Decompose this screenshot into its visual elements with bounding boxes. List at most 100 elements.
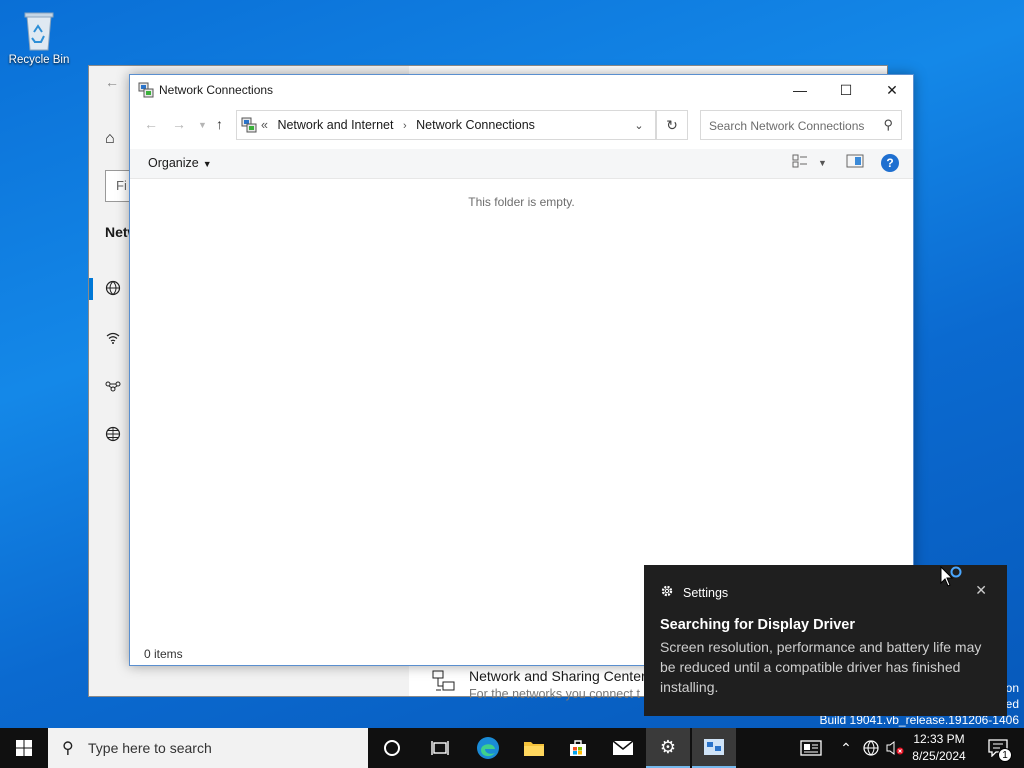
globe-icon[interactable] — [105, 426, 121, 445]
cortana-button[interactable] — [370, 728, 414, 768]
title-bar[interactable]: Network Connections — ☐ ✕ — [130, 75, 913, 105]
organize-button[interactable]: Organize ▼ — [148, 156, 212, 170]
minimize-icon: — — [793, 82, 807, 98]
breadcrumb-network-connections[interactable]: Network Connections — [416, 118, 535, 132]
edge-button[interactable] — [466, 728, 510, 768]
cortana-circle-icon — [384, 740, 400, 756]
breadcrumb: « Network and Internet › Network Connect… — [261, 118, 535, 132]
gear-icon — [660, 584, 674, 601]
recent-locations-button[interactable]: ▼ — [198, 120, 207, 130]
preview-pane-icon — [846, 154, 864, 168]
chevron-down-icon: ▼ — [202, 159, 212, 169]
view-details-icon — [792, 154, 807, 168]
store-bag-icon — [570, 740, 586, 756]
maximize-button[interactable]: ☐ — [823, 75, 869, 105]
forward-arrow-icon: → — [172, 116, 186, 132]
mail-button[interactable] — [601, 728, 645, 768]
close-icon: ✕ — [886, 81, 898, 98]
close-button[interactable]: ✕ — [869, 75, 915, 105]
chevron-down-icon: ⌄ — [634, 119, 644, 132]
preview-pane-button[interactable] — [846, 154, 864, 171]
address-dropdown-button[interactable]: ⌄ — [623, 111, 655, 139]
chevron-up-icon: ⌃ — [840, 739, 852, 756]
start-button[interactable] — [0, 728, 48, 768]
network-sharing-center-title: Network and Sharing Center — [469, 668, 646, 684]
network-nodes-icon[interactable] — [105, 378, 121, 397]
close-icon: ✕ — [975, 582, 987, 598]
volume-tray-button[interactable] — [884, 728, 906, 768]
toast-close-button[interactable]: ✕ — [975, 582, 987, 599]
breadcrumb-network-and-internet[interactable]: Network and Internet — [277, 118, 393, 132]
globe-no-internet-icon — [863, 740, 879, 756]
store-button[interactable] — [556, 728, 600, 768]
windows-logo-icon — [16, 740, 32, 756]
network-sharing-center-subtitle: For the networks you connect t — [469, 687, 640, 701]
window-title: Network Connections — [159, 83, 274, 97]
taskbar: ⚲ Type here to search ⚙ ⌃ 12:33 PM 8/25/… — [0, 728, 1024, 768]
network-tray-button[interactable] — [858, 728, 884, 768]
toast-body: Screen resolution, performance and batte… — [660, 639, 982, 695]
chevron-down-icon: ▼ — [818, 158, 827, 168]
recycle-bin-desktop-icon[interactable]: Recycle Bin — [6, 8, 72, 66]
minimize-button[interactable]: — — [777, 75, 823, 105]
up-arrow-icon: ↑ — [216, 116, 223, 132]
back-arrow-icon[interactable]: ← — [105, 74, 119, 90]
navigation-bar: ← → ▼ ↑ « Network and Internet › Network… — [130, 105, 913, 145]
maximize-icon: ☐ — [839, 81, 853, 98]
network-connections-location-icon — [241, 117, 257, 136]
mouse-cursor-icon — [940, 565, 964, 593]
network-connections-taskbar-button[interactable] — [692, 728, 736, 768]
edge-browser-icon — [477, 737, 499, 759]
recycle-bin-label: Recycle Bin — [8, 54, 70, 66]
news-icon — [800, 740, 822, 756]
back-button[interactable]: ← — [144, 116, 158, 132]
toast-title: Searching for Display Driver — [660, 617, 856, 633]
show-hidden-icons-button[interactable]: ⌃ — [836, 728, 856, 768]
home-icon[interactable]: ⌂ — [105, 130, 115, 148]
network-connections-app-icon — [138, 82, 154, 101]
refresh-button[interactable]: ↻ — [656, 110, 688, 140]
toast-app-header: Settings — [660, 584, 728, 601]
search-input[interactable]: Search Network Connections — [709, 119, 864, 133]
watermark-line-1: on — [1005, 681, 1019, 695]
taskbar-search-input[interactable]: Type here to search — [88, 740, 212, 756]
search-box[interactable]: Search Network Connections ⚲ — [700, 110, 902, 140]
change-view-button[interactable] — [792, 154, 808, 171]
search-icon: ⚲ — [62, 740, 74, 757]
breadcrumb-overflow[interactable]: « — [261, 118, 268, 132]
search-icon: ⚲ — [883, 117, 893, 132]
news-widget-button[interactable] — [796, 728, 826, 768]
up-button[interactable]: ↑ — [216, 116, 223, 132]
taskbar-search-box[interactable]: ⚲ Type here to search — [48, 728, 368, 768]
file-explorer-button[interactable] — [512, 728, 556, 768]
network-sharing-center-icon — [431, 668, 457, 700]
clock-date: 8/25/2024 — [912, 749, 966, 763]
selected-accent-bar — [89, 278, 93, 300]
volume-muted-icon — [886, 741, 904, 755]
network-connections-app-icon — [704, 739, 724, 755]
address-bar[interactable]: « Network and Internet › Network Connect… — [236, 110, 656, 140]
chevron-down-icon: ▼ — [198, 120, 207, 130]
task-view-button[interactable] — [418, 728, 462, 768]
settings-taskbar-button[interactable]: ⚙ — [646, 728, 690, 768]
breadcrumb-separator-icon[interactable]: › — [403, 120, 407, 132]
recycle-bin-icon — [24, 12, 54, 51]
forward-button[interactable]: → — [172, 116, 186, 132]
help-button[interactable]: ? — [881, 154, 899, 172]
status-bar-item-count: 0 items — [144, 647, 183, 661]
empty-folder-message: This folder is empty. — [468, 195, 575, 209]
gear-icon: ⚙ — [659, 736, 677, 757]
wifi-icon[interactable] — [105, 330, 121, 349]
view-options-button[interactable]: ▼ — [818, 158, 827, 168]
notification-count-badge: 1 — [998, 748, 1012, 762]
status-globe-icon[interactable] — [105, 280, 121, 299]
organize-label: Organize — [148, 156, 199, 170]
watermark-line-2: ed — [1005, 697, 1019, 711]
refresh-icon: ↻ — [666, 116, 678, 133]
command-bar: Organize ▼ ▼ ? — [130, 149, 913, 179]
action-center-button[interactable]: 1 — [980, 728, 1016, 768]
mail-icon — [612, 740, 634, 755]
task-view-icon — [431, 741, 449, 755]
taskbar-clock[interactable]: 12:33 PM 8/25/2024 — [906, 731, 972, 765]
help-icon: ? — [886, 156, 894, 170]
